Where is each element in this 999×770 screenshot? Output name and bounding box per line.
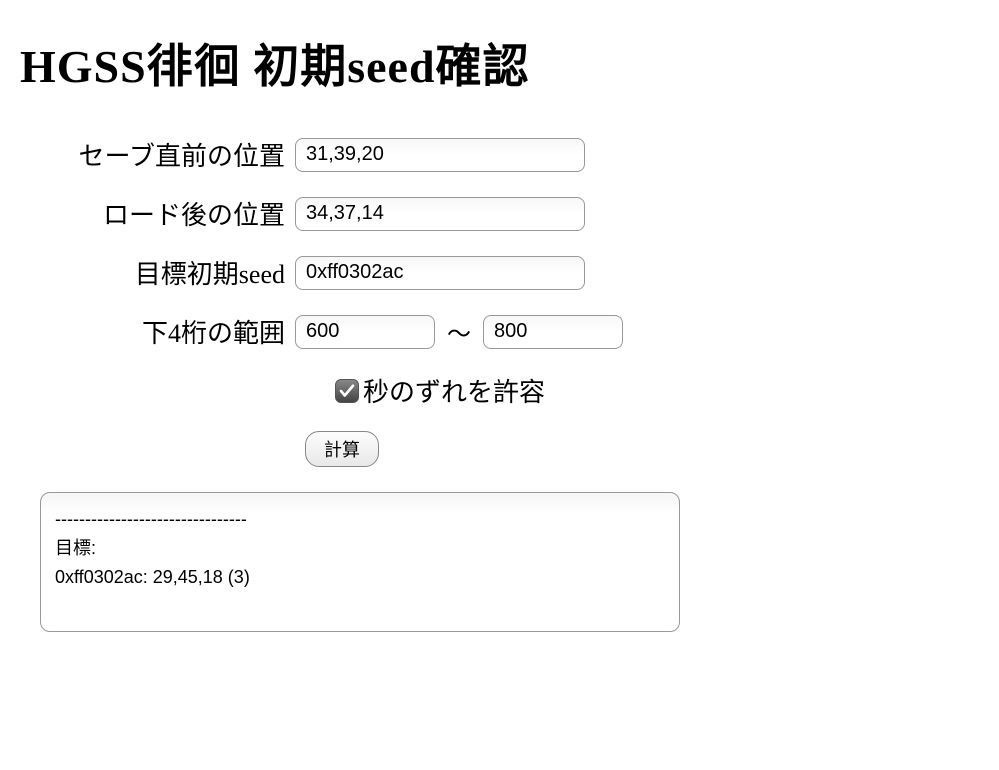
label-tolerance: 秒のずれを許容 <box>363 372 545 409</box>
row-target-seed: 目標初期seed <box>20 254 979 291</box>
label-load-pos: ロード後の位置 <box>20 195 295 232</box>
row-load-pos: ロード後の位置 <box>20 195 979 232</box>
row-range: 下4桁の範囲 〜 <box>20 313 979 350</box>
calc-button[interactable]: 計算 <box>305 431 379 467</box>
row-tolerance: 秒のずれを許容 <box>20 372 979 409</box>
range-tilde: 〜 <box>447 314 471 349</box>
checkbox-tolerance[interactable] <box>335 379 359 403</box>
input-range-from[interactable] <box>295 315 435 349</box>
input-target-seed[interactable] <box>295 256 585 290</box>
check-icon <box>338 382 356 400</box>
input-load-pos[interactable] <box>295 197 585 231</box>
label-target-seed: 目標初期seed <box>20 254 295 291</box>
row-save-pos: セーブ直前の位置 <box>20 136 979 173</box>
label-save-pos: セーブ直前の位置 <box>20 136 295 173</box>
label-range: 下4桁の範囲 <box>20 313 295 350</box>
input-save-pos[interactable] <box>295 138 585 172</box>
row-button: 計算 <box>20 431 979 467</box>
page-title: HGSS徘徊 初期seed確認 <box>20 30 979 96</box>
output-area[interactable]: -------------------------------- 目標: 0xf… <box>40 492 680 632</box>
input-range-to[interactable] <box>483 315 623 349</box>
